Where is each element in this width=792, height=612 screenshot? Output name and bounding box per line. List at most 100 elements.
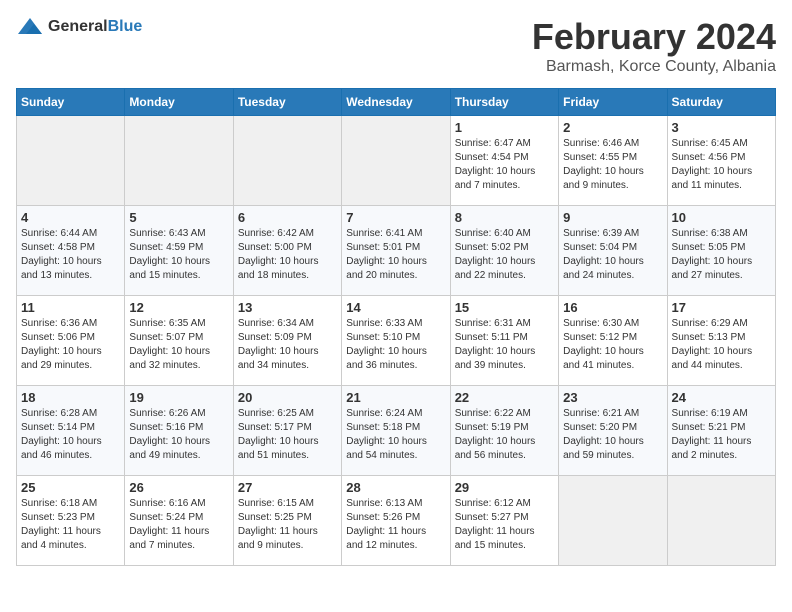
weekday-header-sunday: Sunday [17,89,125,116]
day-info: Sunrise: 6:42 AM Sunset: 5:00 PM Dayligh… [238,227,337,283]
calendar-week-row: 4 Sunrise: 6:44 AM Sunset: 4:58 PM Daylig… [17,206,776,296]
day-number: 15 [455,300,554,315]
calendar-cell: 26 Sunrise: 6:16 AM Sunset: 5:24 PM Dayli… [125,476,233,566]
day-info: Sunrise: 6:12 AM Sunset: 5:27 PM Dayligh… [455,497,554,553]
day-info: Sunrise: 6:39 AM Sunset: 5:04 PM Dayligh… [563,227,662,283]
day-info: Sunrise: 6:41 AM Sunset: 5:01 PM Dayligh… [346,227,445,283]
day-info: Sunrise: 6:19 AM Sunset: 5:21 PM Dayligh… [672,407,771,463]
day-info: Sunrise: 6:21 AM Sunset: 5:20 PM Dayligh… [563,407,662,463]
day-number: 1 [455,120,554,135]
day-number: 11 [21,300,120,315]
day-info: Sunrise: 6:16 AM Sunset: 5:24 PM Dayligh… [129,497,228,553]
calendar-cell: 16 Sunrise: 6:30 AM Sunset: 5:12 PM Dayli… [559,296,667,386]
calendar-cell [559,476,667,566]
day-info: Sunrise: 6:45 AM Sunset: 4:56 PM Dayligh… [672,137,771,193]
calendar-week-row: 18Sunrise: 6:28 AM Sunset: 5:14 PM Dayli… [17,386,776,476]
day-info: Sunrise: 6:35 AM Sunset: 5:07 PM Dayligh… [129,317,228,373]
title-area: February 2024 Barmash, Korce County, Alb… [532,16,776,76]
day-info: Sunrise: 6:28 AM Sunset: 5:14 PM Dayligh… [21,407,120,463]
calendar: SundayMondayTuesdayWednesdayThursdayFrid… [16,88,776,566]
calendar-cell: 12 Sunrise: 6:35 AM Sunset: 5:07 PM Dayli… [125,296,233,386]
day-number: 25 [21,480,120,495]
calendar-cell: 19Sunrise: 6:26 AM Sunset: 5:16 PM Dayli… [125,386,233,476]
day-number: 22 [455,390,554,405]
calendar-cell: 27 Sunrise: 6:15 AM Sunset: 5:25 PM Dayli… [233,476,341,566]
main-title: February 2024 [532,16,776,58]
calendar-week-row: 25 Sunrise: 6:18 AM Sunset: 5:23 PM Dayli… [17,476,776,566]
calendar-week-row: 11 Sunrise: 6:36 AM Sunset: 5:06 PM Dayli… [17,296,776,386]
calendar-cell: 8 Sunrise: 6:40 AM Sunset: 5:02 PM Daylig… [450,206,558,296]
calendar-cell: 1 Sunrise: 6:47 AM Sunset: 4:54 PM Daylig… [450,116,558,206]
weekday-header-row: SundayMondayTuesdayWednesdayThursdayFrid… [17,89,776,116]
day-number: 16 [563,300,662,315]
day-info: Sunrise: 6:43 AM Sunset: 4:59 PM Dayligh… [129,227,228,283]
calendar-cell [125,116,233,206]
weekday-header-saturday: Saturday [667,89,775,116]
weekday-header-thursday: Thursday [450,89,558,116]
day-info: Sunrise: 6:34 AM Sunset: 5:09 PM Dayligh… [238,317,337,373]
day-info: Sunrise: 6:26 AM Sunset: 5:16 PM Dayligh… [129,407,228,463]
calendar-cell: 21Sunrise: 6:24 AM Sunset: 5:18 PM Dayli… [342,386,450,476]
calendar-cell: 17Sunrise: 6:29 AM Sunset: 5:13 PM Dayli… [667,296,775,386]
calendar-cell: 29 Sunrise: 6:12 AM Sunset: 5:27 PM Dayli… [450,476,558,566]
day-info: Sunrise: 6:18 AM Sunset: 5:23 PM Dayligh… [21,497,120,553]
calendar-cell: 14 Sunrise: 6:33 AM Sunset: 5:10 PM Dayli… [342,296,450,386]
day-info: Sunrise: 6:30 AM Sunset: 5:12 PM Dayligh… [563,317,662,373]
calendar-cell: 4 Sunrise: 6:44 AM Sunset: 4:58 PM Daylig… [17,206,125,296]
calendar-cell: 28Sunrise: 6:13 AM Sunset: 5:26 PM Dayli… [342,476,450,566]
logo-blue: Blue [108,18,143,35]
calendar-cell: 22 Sunrise: 6:22 AM Sunset: 5:19 PM Dayli… [450,386,558,476]
day-number: 9 [563,210,662,225]
day-info: Sunrise: 6:29 AM Sunset: 5:13 PM Dayligh… [672,317,771,373]
day-info: Sunrise: 6:38 AM Sunset: 5:05 PM Dayligh… [672,227,771,283]
day-info: Sunrise: 6:36 AM Sunset: 5:06 PM Dayligh… [21,317,120,373]
day-info: Sunrise: 6:25 AM Sunset: 5:17 PM Dayligh… [238,407,337,463]
calendar-week-row: 1 Sunrise: 6:47 AM Sunset: 4:54 PM Daylig… [17,116,776,206]
day-number: 3 [672,120,771,135]
day-number: 4 [21,210,120,225]
day-info: Sunrise: 6:33 AM Sunset: 5:10 PM Dayligh… [346,317,445,373]
calendar-cell: 25 Sunrise: 6:18 AM Sunset: 5:23 PM Dayli… [17,476,125,566]
weekday-header-tuesday: Tuesday [233,89,341,116]
day-number: 28 [346,480,445,495]
day-info: Sunrise: 6:22 AM Sunset: 5:19 PM Dayligh… [455,407,554,463]
day-info: Sunrise: 6:46 AM Sunset: 4:55 PM Dayligh… [563,137,662,193]
day-info: Sunrise: 6:47 AM Sunset: 4:54 PM Dayligh… [455,137,554,193]
logo: GeneralBlue [16,16,142,38]
calendar-cell: 2Sunrise: 6:46 AM Sunset: 4:55 PM Daylig… [559,116,667,206]
calendar-cell: 3 Sunrise: 6:45 AM Sunset: 4:56 PM Daylig… [667,116,775,206]
day-info: Sunrise: 6:40 AM Sunset: 5:02 PM Dayligh… [455,227,554,283]
day-info: Sunrise: 6:15 AM Sunset: 5:25 PM Dayligh… [238,497,337,553]
day-number: 29 [455,480,554,495]
calendar-cell [342,116,450,206]
day-info: Sunrise: 6:44 AM Sunset: 4:58 PM Dayligh… [21,227,120,283]
day-number: 24 [672,390,771,405]
calendar-cell: 15 Sunrise: 6:31 AM Sunset: 5:11 PM Dayli… [450,296,558,386]
day-number: 12 [129,300,228,315]
day-number: 6 [238,210,337,225]
day-number: 26 [129,480,228,495]
calendar-cell [233,116,341,206]
calendar-cell: 5Sunrise: 6:43 AM Sunset: 4:59 PM Daylig… [125,206,233,296]
calendar-cell [667,476,775,566]
calendar-cell: 10 Sunrise: 6:38 AM Sunset: 5:05 PM Dayli… [667,206,775,296]
day-number: 14 [346,300,445,315]
day-number: 20 [238,390,337,405]
day-info: Sunrise: 6:31 AM Sunset: 5:11 PM Dayligh… [455,317,554,373]
day-number: 27 [238,480,337,495]
logo-general: General [48,18,108,35]
calendar-cell [17,116,125,206]
calendar-cell: 23 Sunrise: 6:21 AM Sunset: 5:20 PM Dayli… [559,386,667,476]
calendar-cell: 9 Sunrise: 6:39 AM Sunset: 5:04 PM Daylig… [559,206,667,296]
calendar-cell: 20 Sunrise: 6:25 AM Sunset: 5:17 PM Dayli… [233,386,341,476]
day-number: 10 [672,210,771,225]
day-number: 13 [238,300,337,315]
subtitle: Barmash, Korce County, Albania [532,58,776,76]
day-number: 23 [563,390,662,405]
day-number: 8 [455,210,554,225]
calendar-cell: 13 Sunrise: 6:34 AM Sunset: 5:09 PM Dayli… [233,296,341,386]
day-number: 7 [346,210,445,225]
calendar-cell: 11 Sunrise: 6:36 AM Sunset: 5:06 PM Dayli… [17,296,125,386]
logo-icon [16,16,44,38]
day-number: 21 [346,390,445,405]
